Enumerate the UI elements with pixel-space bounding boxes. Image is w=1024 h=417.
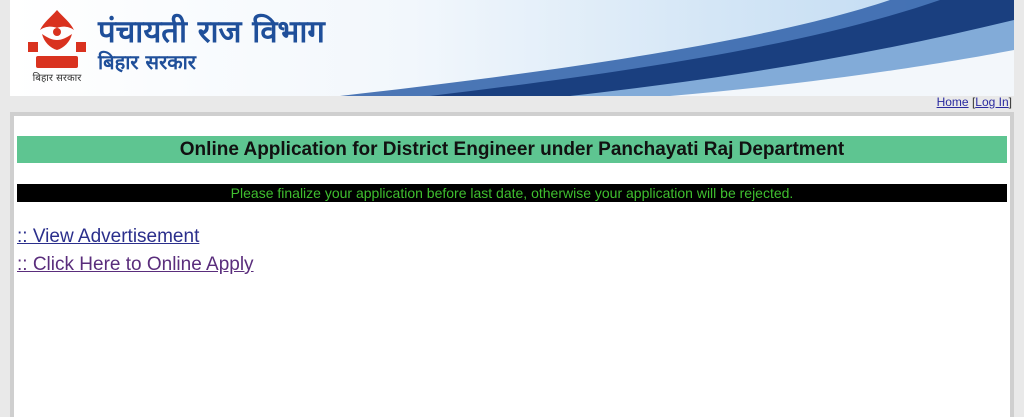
main-content: Online Application for District Engineer… [10,112,1014,417]
page-title: पंचायती राज विभाग [98,14,325,50]
application-heading: Online Application for District Engineer… [17,136,1007,163]
home-link[interactable]: Home [937,95,969,109]
header-banner: बिहार सरकार पंचायती राज विभाग बिहार सरका… [10,0,1014,96]
login-link[interactable]: Log In [975,95,1008,109]
view-advertisement-link[interactable]: :: View Advertisement [17,226,199,248]
deadline-notice: Please finalize your application before … [17,184,1007,202]
bracket-close: ] [1008,95,1012,109]
top-nav: Home [Log In] [937,95,1012,111]
emblem-caption: बिहार सरकार [32,73,82,84]
page-subtitle: बिहार सरकार [98,50,196,74]
online-apply-link[interactable]: :: Click Here to Online Apply [17,254,254,276]
